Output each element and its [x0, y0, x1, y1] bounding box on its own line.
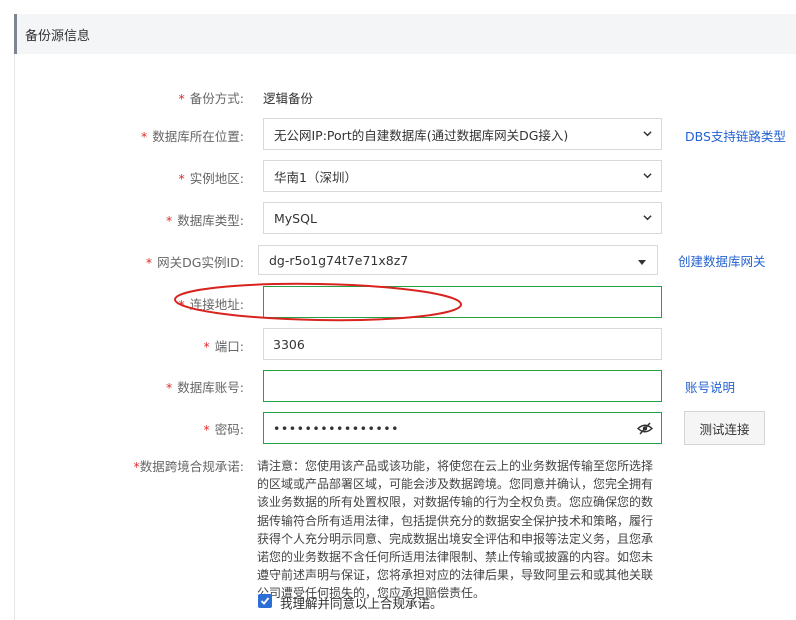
password-label: * 密码: — [203, 422, 244, 437]
account-help-link[interactable]: 账号说明 — [685, 377, 735, 396]
eye-hidden-icon[interactable] — [637, 422, 653, 435]
create-gateway-link[interactable]: 创建数据库网关 — [678, 251, 766, 270]
required-marker: * — [203, 339, 210, 354]
account-label: * 数据库账号: — [166, 380, 244, 395]
required-marker: * — [166, 380, 173, 395]
address-label: * 连接地址: — [178, 297, 244, 312]
db-location-label: * 数据库所在位置: — [141, 129, 244, 144]
compliance-checkbox-label[interactable]: 我理解并同意以上合规承诺。 — [280, 593, 443, 612]
region-label: * 实例地区: — [178, 171, 244, 186]
backup-method-value: 逻辑备份 — [263, 91, 314, 106]
address-input[interactable] — [263, 286, 662, 318]
region-value: 华南1（深圳） — [274, 169, 357, 185]
db-location-select[interactable]: 无公网IP:Port的自建数据库(通过数据库网关DG接入) — [263, 118, 662, 150]
password-value: •••••••••••••••• — [273, 420, 399, 436]
db-type-label: * 数据库类型: — [166, 213, 244, 228]
backup-method-label: * 备份方式: — [178, 91, 244, 106]
required-marker: * — [203, 422, 210, 437]
port-label: * 端口: — [203, 339, 244, 354]
gateway-id-label: * 网关DG实例ID: — [145, 255, 244, 270]
db-type-value: MySQL — [274, 210, 317, 226]
gateway-id-value: dg-r5o1g74t7e71x8z7 — [269, 252, 409, 268]
required-marker: * — [178, 297, 185, 312]
compliance-checkbox[interactable] — [258, 594, 272, 608]
dbs-link-types-link[interactable]: DBS支持链路类型 — [685, 126, 786, 145]
test-connection-button[interactable]: 测试连接 — [684, 411, 765, 445]
port-value: 3306 — [273, 336, 305, 352]
required-marker: * — [145, 255, 153, 270]
required-marker: * — [166, 213, 173, 228]
checkmark-icon — [260, 597, 270, 605]
required-marker: * — [178, 171, 185, 186]
gateway-id-select[interactable]: dg-r5o1g74t7e71x8z7 — [258, 245, 658, 275]
db-location-value: 无公网IP:Port的自建数据库(通过数据库网关DG接入) — [274, 127, 569, 143]
compliance-label: *数据跨境合规承诺: — [133, 459, 244, 474]
chevron-down-icon — [643, 131, 652, 137]
redacted-account-mask — [266, 374, 360, 396]
required-marker: * — [141, 129, 148, 144]
required-marker: * — [178, 91, 185, 106]
port-input[interactable]: 3306 — [263, 328, 662, 360]
section-title: 备份源信息 — [25, 28, 91, 44]
chevron-down-icon — [643, 173, 652, 179]
chevron-down-icon — [643, 215, 652, 221]
password-input[interactable]: •••••••••••••••• — [263, 412, 662, 444]
caret-down-icon — [638, 260, 646, 265]
db-type-select[interactable]: MySQL — [263, 202, 662, 234]
section-header: 备份源信息 — [14, 14, 796, 54]
compliance-text: 请注意：您使用该产品或该功能，将使您在云上的业务数据传输至您所选择的区域或产品部… — [257, 459, 654, 601]
region-select[interactable]: 华南1（深圳） — [263, 160, 662, 192]
